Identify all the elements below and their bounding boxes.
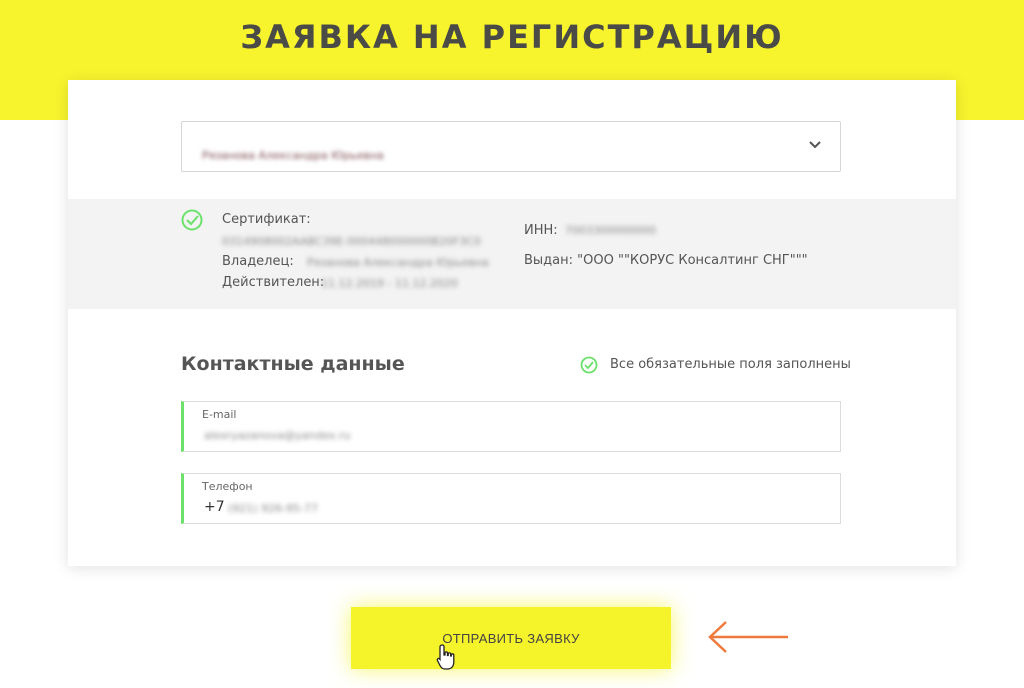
chevron-down-icon [809,141,821,149]
submit-application-button[interactable]: ОТПРАВИТЬ ЗАЯВКУ [351,607,671,669]
owner-value: Рязанова Александра Юрьевна [307,256,489,269]
certificate-info-panel: Сертификат: 0314908002AABC39E-0004480000… [68,199,956,309]
contacts-title: Контактные данные [181,353,405,375]
email-field-label: E-mail [202,408,237,421]
check-circle-icon [181,209,203,231]
hand-cursor-icon [436,644,455,670]
check-circle-icon [580,356,598,374]
registration-card: Рязанова Александра Юрьевна Сертификат: … [68,80,956,566]
required-fields-status: Все обязательные поля заполнены [580,356,851,376]
email-field[interactable]: E-mail alexryazanova@yandex.ru [181,401,841,452]
required-fields-status-text: Все обязательные поля заполнены [610,357,851,372]
phone-field-value: (921) 926-95-77 [228,502,319,515]
issuer-text: Выдан: "ООО ""КОРУС Консалтинг СНГ""" [524,253,808,268]
submit-button-label: ОТПРАВИТЬ ЗАЯВКУ [442,631,580,646]
arrow-left-icon [708,621,788,653]
phone-field-label: Телефон [202,480,253,493]
phone-field[interactable]: Телефон +7 (921) 926-95-77 [181,473,841,524]
inn-label: ИНН: [524,223,558,238]
owner-label: Владелец: [222,254,294,269]
certificate-label: Сертификат: [222,212,311,227]
phone-prefix: +7 [204,499,225,515]
page-title: ЗАЯВКА НА РЕГИСТРАЦИЮ [240,18,784,56]
certificate-select[interactable]: Рязанова Александра Юрьевна [181,121,841,172]
certificate-serial: 0314908002AABC39E-000448000000B20F3C0 [222,235,481,248]
inn-value: 7003300000000 [565,224,656,237]
valid-value: 11.12.2019 - 11.12.2020 [321,277,458,290]
valid-label: Действителен: [222,275,325,290]
certificate-select-value: Рязанова Александра Юрьевна [202,149,384,162]
email-field-value: alexryazanova@yandex.ru [204,429,351,442]
